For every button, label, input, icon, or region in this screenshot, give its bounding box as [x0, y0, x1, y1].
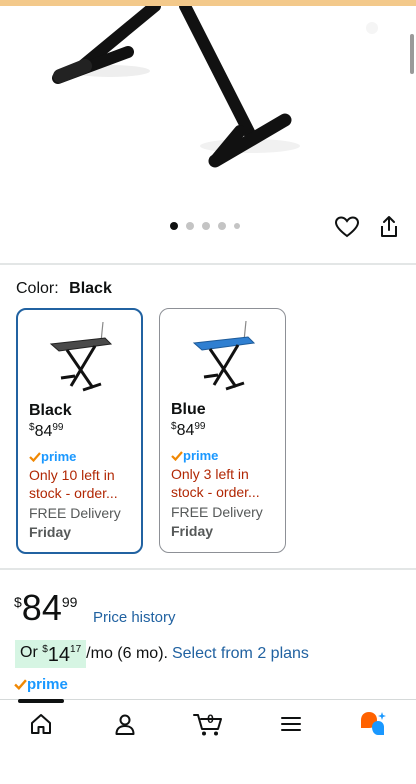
installment-terms: /mo (6 mo). [86, 645, 168, 662]
home-icon[interactable] [27, 710, 55, 738]
prime-check-icon [171, 450, 183, 461]
prime-check-icon [14, 679, 27, 690]
color-label: Color: [16, 280, 59, 297]
cart-icon[interactable]: 0 [192, 710, 226, 738]
color-swatch-blue[interactable]: Blue $8499 prime Only 3 left in stock - … [159, 308, 286, 553]
stock-warning: Only 3 left in stock - order... [171, 466, 260, 500]
price-currency: $ [14, 594, 22, 610]
section-divider [0, 263, 416, 265]
installment-price: Or $14 17 [15, 640, 87, 668]
swatch-price: $8499 [171, 421, 206, 439]
delivery-label: FREE Delivery [171, 504, 263, 520]
cart-count: 0 [207, 712, 214, 726]
select-plans-link[interactable]: Select from 2 plans [172, 645, 309, 663]
pagination-dot[interactable] [218, 222, 226, 230]
share-icon[interactable] [376, 214, 402, 240]
selected-color-value: Black [69, 280, 112, 297]
price-whole: 84 [21, 587, 62, 628]
prime-check-icon [29, 451, 41, 462]
active-tab-indicator [18, 699, 64, 703]
swatch-image [29, 310, 130, 394]
pagination-dot[interactable] [234, 223, 240, 229]
pagination-dot[interactable] [186, 222, 194, 230]
prime-badge: prime [29, 449, 130, 464]
color-swatch-black[interactable]: Black $8499 prime Only 10 left in stock … [16, 308, 143, 554]
menu-icon[interactable] [277, 710, 305, 738]
pagination-dot[interactable] [202, 222, 210, 230]
image-pagination-dots[interactable] [170, 222, 240, 230]
swatch-image [171, 309, 274, 393]
scrollbar-thumb[interactable] [410, 34, 414, 74]
delivery-label: FREE Delivery [29, 505, 121, 521]
delivery-day: Friday [171, 523, 214, 539]
price-history-link[interactable]: Price history [93, 609, 176, 626]
delivery-day: Friday [29, 524, 72, 540]
account-icon[interactable] [111, 710, 139, 738]
section-divider [0, 568, 416, 570]
installment-offer: Or $14 17 /mo (6 mo). Select from 2 plans [15, 640, 309, 668]
heart-icon[interactable] [334, 214, 360, 240]
swatch-price: $8499 [29, 422, 64, 440]
color-selector-label: Color: Black [16, 280, 112, 298]
swatch-name: Black [29, 402, 72, 419]
rufus-icon[interactable] [357, 710, 389, 738]
prime-badge: prime [171, 448, 274, 463]
swatch-name: Blue [171, 401, 206, 418]
prime-badge: prime [14, 676, 68, 693]
price-fraction: 99 [61, 594, 78, 610]
pagination-dot[interactable] [170, 222, 178, 230]
stock-warning: Only 10 left in stock - order... [29, 467, 118, 501]
product-price: $ 84 99 [14, 588, 77, 628]
